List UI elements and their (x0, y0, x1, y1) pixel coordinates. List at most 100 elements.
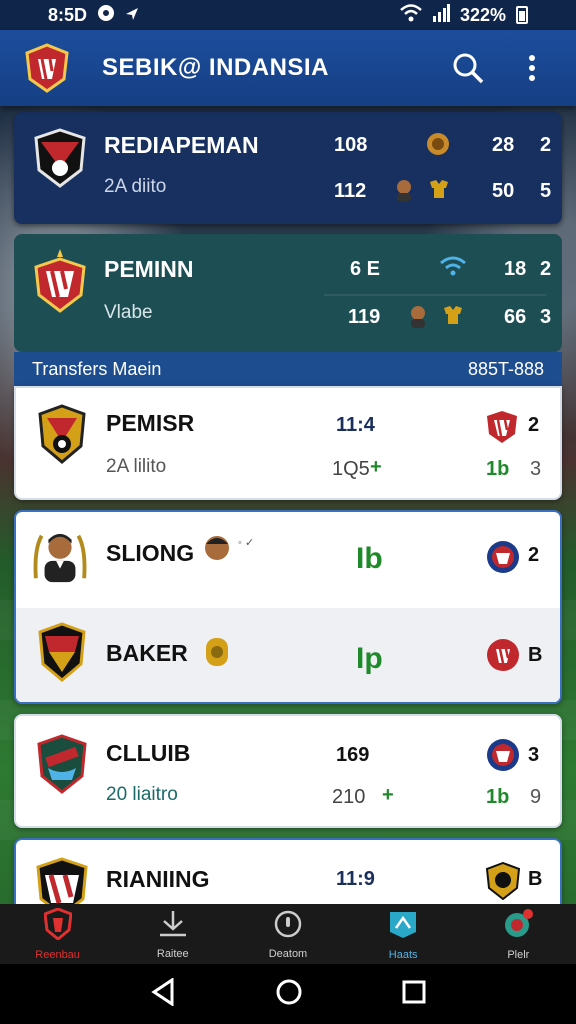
team-logo-icon (32, 249, 88, 313)
list-item[interactable]: SLIONG ◦ ✓ Ib 2 (16, 512, 560, 608)
list-item[interactable]: BAKER Ip B (16, 608, 560, 702)
plus-icon: + (370, 456, 382, 478)
stat-value: 210 (332, 786, 366, 808)
battery-percent: 322% (459, 4, 506, 25)
player-avatar (202, 532, 232, 577)
stat-value: 1Q5 (332, 458, 370, 480)
stat-value: 108 (334, 134, 368, 156)
nav-label: Raitee (156, 947, 189, 960)
team-logo-icon (34, 622, 90, 684)
club-crest-icon[interactable] (24, 43, 70, 93)
stat-value: 2 (540, 134, 552, 156)
club-badge-icon (486, 738, 520, 777)
featured-card[interactable]: PEMINN Vlabe 6 E 18 2 119 66 3 (14, 234, 562, 352)
club-badge-icon (486, 540, 520, 579)
player-avatar (408, 304, 428, 333)
stat-value: 18 (504, 258, 527, 280)
notification-icon (97, 4, 115, 27)
stat-value: 9 (530, 786, 542, 808)
team-subtitle: 20 liaitro (106, 784, 178, 805)
stat-value: 66 (504, 306, 527, 328)
stadium-icon (388, 908, 418, 945)
team-logo-icon (34, 854, 90, 904)
stat-value: 112 (334, 180, 367, 202)
app-title: SEBIK@ INDANSIA (102, 54, 329, 81)
jersey-icon (428, 178, 450, 205)
team-subtitle: Vlabe (104, 302, 153, 323)
profile-icon (502, 908, 534, 945)
nav-item-details[interactable]: Deatom (238, 909, 338, 960)
plus-icon: + (382, 784, 394, 806)
stat-value: 2 (528, 414, 540, 436)
nav-label: Plelr (507, 948, 530, 961)
trophy-icon (202, 634, 232, 677)
match-time: 11:9 (336, 868, 375, 890)
featured-card[interactable]: REDIAPEMAN 2A diito 108 28 2 112 50 5 (14, 112, 562, 224)
circle-icon (273, 909, 303, 944)
wifi-icon (400, 3, 422, 27)
list-group: SLIONG ◦ ✓ Ib 2 BAKER Ip B (14, 510, 562, 704)
stat-value: Ib (356, 542, 383, 575)
team-name: PEMISR (106, 410, 195, 436)
team-subtitle: 2A lilito (106, 456, 167, 477)
search-icon[interactable] (448, 48, 488, 88)
stat-value: Ip (356, 642, 383, 675)
stat-value: 50 (492, 180, 515, 202)
bottom-navigation: Reenbau Raitee Deatom Haats Plelr (0, 904, 576, 964)
signal-icon (432, 3, 450, 27)
more-menu-icon[interactable] (512, 48, 552, 88)
stat-value: B (528, 868, 543, 890)
nav-item-profile[interactable]: Plelr (468, 908, 568, 961)
stat-value: 5 (540, 180, 552, 202)
stat-value: 3 (530, 458, 542, 480)
team-name: REDIAPEMAN (104, 132, 259, 158)
stat-value: 119 (348, 306, 381, 328)
team-logo-icon (32, 128, 88, 190)
stat-value: 2 (528, 544, 540, 566)
list-item[interactable]: RIANIING 11:9 B (14, 838, 562, 904)
nav-item-stats[interactable]: Haats (353, 908, 453, 961)
player-avatar (394, 178, 414, 207)
status-bar: 8:5D 322% (0, 0, 576, 30)
nav-label: Reenbau (35, 948, 80, 961)
stat-value: 28 (492, 134, 515, 156)
transfer-icon (158, 909, 188, 944)
nav-item-transfers[interactable]: Raitee (123, 909, 223, 960)
team-logo-icon (34, 734, 90, 796)
list-item[interactable]: CLLUIB 20 liaitro 169 210 + 3 1b 9 (14, 714, 562, 828)
team-logo-icon (34, 404, 90, 466)
shield-icon (42, 906, 73, 945)
section-range: 885T-888 (467, 358, 544, 379)
nav-label: Deatom (268, 947, 308, 960)
stat-value: 6 E (350, 258, 381, 280)
divider (324, 294, 546, 296)
list-item[interactable]: PEMISR 2A lilito 11:4 1Q5 + 2 1b 3 (14, 386, 562, 500)
stat-value: 2 (540, 258, 552, 280)
stat-value: 3 (540, 306, 552, 328)
small-icon: ◦ ✓ (238, 537, 255, 549)
stat-value: 1b (486, 786, 510, 808)
home-icon[interactable] (275, 978, 303, 1011)
section-header: Transfers Maein 885T-888 (14, 352, 562, 386)
stat-value: B (528, 644, 543, 666)
club-badge-icon (485, 861, 521, 904)
club-badge-icon (486, 638, 520, 677)
location-icon (125, 5, 139, 26)
club-badge-icon (486, 410, 518, 449)
team-name: PEMINN (104, 256, 194, 282)
stat-value: 169 (336, 744, 370, 766)
nav-item-home[interactable]: Reenbau (8, 906, 108, 961)
nav-label: Haats (388, 948, 418, 961)
team-name: BAKER (106, 640, 188, 666)
team-name: RIANIING (106, 866, 210, 892)
section-title: Transfers Maein (32, 358, 162, 379)
team-subtitle: 2A diito (104, 176, 167, 197)
back-icon[interactable] (150, 976, 176, 1011)
recents-icon[interactable] (402, 980, 426, 1009)
stat-value: 3 (528, 744, 540, 766)
app-bar: SEBIK@ INDANSIA (0, 30, 576, 106)
jersey-icon (442, 304, 464, 331)
system-navigation-bar (0, 964, 576, 1024)
clock: 8:5D (48, 4, 88, 25)
team-name: SLIONG (106, 540, 195, 566)
